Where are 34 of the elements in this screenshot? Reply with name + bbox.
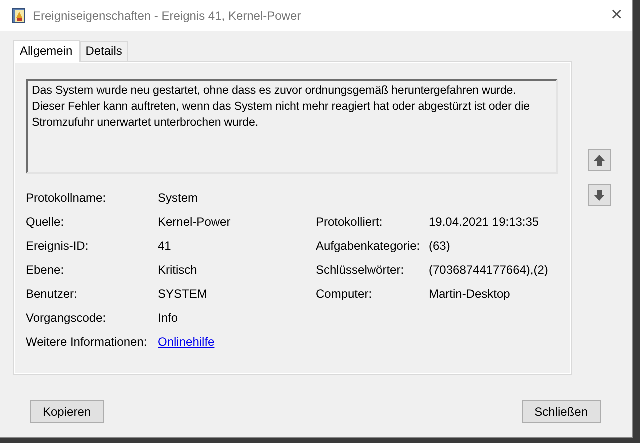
field-label: Protokolliert: <box>316 215 384 229</box>
field-label: Aufgabenkategorie: <box>316 239 422 253</box>
field-value: 41 <box>158 239 172 253</box>
field-value: (63) <box>429 239 452 253</box>
field-label: Vorgangscode: <box>26 311 108 325</box>
down-arrow-icon <box>593 188 606 202</box>
close-button[interactable]: × <box>602 4 632 27</box>
field-label: Ereignis-ID: <box>26 239 90 253</box>
field-value: Kritisch <box>158 263 198 277</box>
dialog-button[interactable]: Kopieren <box>30 400 104 423</box>
field-label: Benutzer: <box>26 287 78 301</box>
field-value: Info <box>158 311 180 325</box>
dialog-button[interactable]: Schließen <box>522 400 601 423</box>
field-value: SYSTEM <box>158 287 208 301</box>
field-label: Protokollname: <box>26 191 108 205</box>
field-label: Ebene: <box>26 263 66 277</box>
event-log-icon <box>12 8 26 24</box>
window-title: Ereigniseigenschaften - Ereignis 41, Kernel-Power <box>33 8 302 22</box>
next-event-button[interactable] <box>588 184 611 206</box>
field-value: 19.04.2021 19:13:35 <box>429 215 540 229</box>
description-text: Das System wurde neu gestartet, ohne dass es zuvor ordnungsgemäß heruntergefahren wurde. Dieser Fehler kann auftreten, wenn das System nicht mehr reagiert hat oder abgestürzt ist oder die Stromzufuhr unerwartet unterbrochen wurde. <box>26 79 558 174</box>
field-label: Weitere Informationen: <box>26 335 148 349</box>
field-label: Schlüsselwörter: <box>316 263 406 277</box>
previous-event-button[interactable] <box>588 149 611 171</box>
field-value: Martin-Desktop <box>429 287 512 301</box>
field-value: System <box>158 191 200 205</box>
field-value: Kernel-Power <box>158 215 232 229</box>
field-label: Computer: <box>316 287 374 301</box>
online-help-link[interactable]: Onlinehilfe <box>158 335 215 349</box>
field-value: (70368744177664),(2) <box>429 263 550 277</box>
tab[interactable]: Details <box>80 41 128 61</box>
tab[interactable]: Allgemein <box>13 40 80 62</box>
up-arrow-icon <box>593 154 606 166</box>
field-label: Quelle: <box>26 215 66 229</box>
